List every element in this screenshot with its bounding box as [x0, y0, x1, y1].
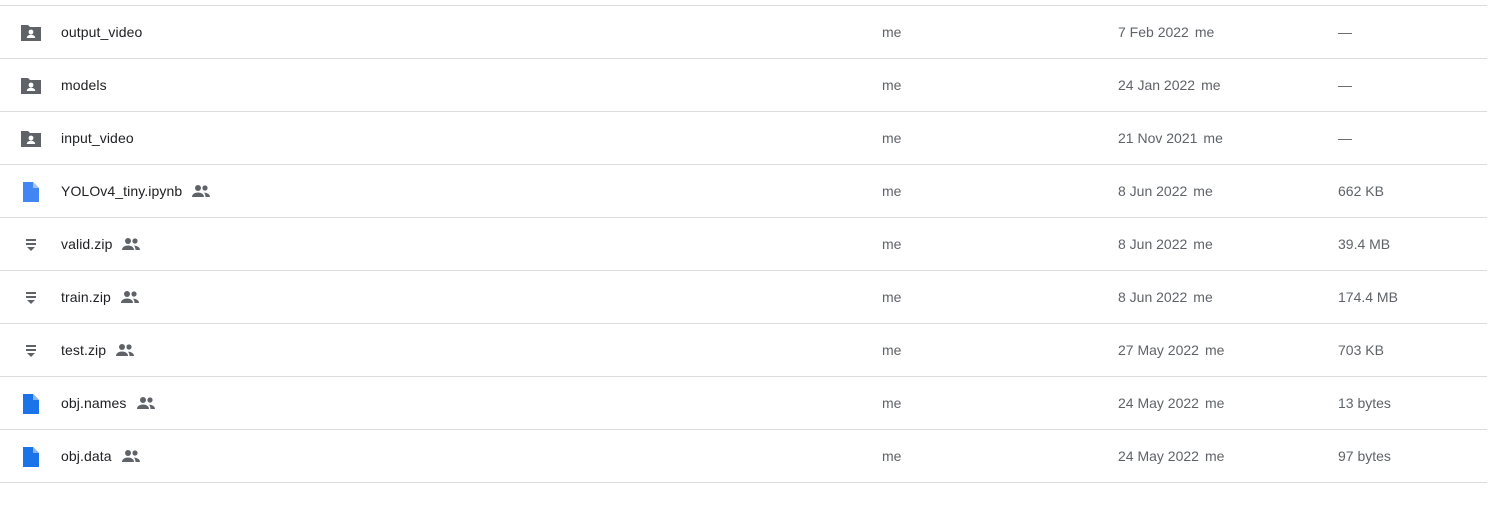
modified-date: 24 Jan 2022 — [1118, 77, 1196, 93]
file-name[interactable]: obj.names — [61, 395, 127, 411]
modified-cell: 21 Nov 2021 me — [1118, 112, 1223, 164]
modified-date: 27 May 2022 — [1118, 342, 1199, 358]
file-row[interactable]: test.zip me 27 May 2022 me 703 KB — [0, 324, 1487, 377]
modified-by: me — [1204, 395, 1225, 411]
owner-cell: me — [882, 448, 902, 464]
zip-file-icon — [19, 234, 43, 256]
size-cell: — — [1338, 77, 1352, 93]
size-cell: 174.4 MB — [1338, 289, 1398, 305]
modified-cell: 8 Jun 2022 me — [1118, 271, 1213, 323]
name-cell: input_video — [61, 112, 134, 164]
size-cell: 703 KB — [1338, 342, 1384, 358]
modified-date: 8 Jun 2022 — [1118, 289, 1188, 305]
modified-by: me — [1204, 342, 1225, 358]
shared-people-icon — [120, 290, 140, 304]
file-row[interactable]: obj.names me 24 May 2022 me 13 bytes — [0, 377, 1487, 430]
modified-cell: 24 Jan 2022 me — [1118, 59, 1221, 111]
size-cell: 39.4 MB — [1338, 236, 1391, 252]
shared-people-icon — [121, 449, 141, 463]
modified-cell: 24 May 2022 me — [1118, 377, 1224, 429]
shared-folder-icon — [19, 22, 43, 44]
file-list: output_video me 7 Feb 2022 me — models m… — [0, 5, 1487, 483]
file-row[interactable]: models me 24 Jan 2022 me — — [0, 59, 1487, 112]
modified-date: 24 May 2022 — [1118, 395, 1199, 411]
modified-by: me — [1201, 77, 1221, 93]
shared-folder-icon — [19, 128, 43, 150]
file-row[interactable]: valid.zip me 8 Jun 2022 me 39.4 MB — [0, 218, 1487, 271]
name-cell: YOLOv4_tiny.ipynb — [61, 165, 211, 217]
notebook-file-icon — [19, 181, 43, 203]
file-name[interactable]: models — [61, 77, 107, 93]
size-cell: 97 bytes — [1338, 448, 1391, 464]
modified-cell: 24 May 2022 me — [1118, 430, 1224, 482]
owner-cell: me — [882, 130, 902, 146]
name-cell: obj.names — [61, 377, 156, 429]
modified-date: 24 May 2022 — [1118, 448, 1199, 464]
modified-date: 8 Jun 2022 — [1118, 236, 1188, 252]
modified-by: me — [1193, 183, 1213, 199]
modified-by: me — [1203, 130, 1223, 146]
modified-by: me — [1204, 448, 1225, 464]
file-row[interactable]: YOLOv4_tiny.ipynb me 8 Jun 2022 me 662 K… — [0, 165, 1487, 218]
modified-by: me — [1193, 289, 1213, 305]
shared-people-icon — [121, 237, 141, 251]
modified-date: 8 Jun 2022 — [1118, 183, 1188, 199]
shared-people-icon — [115, 343, 135, 357]
modified-cell: 8 Jun 2022 me — [1118, 218, 1213, 270]
file-name[interactable]: YOLOv4_tiny.ipynb — [61, 183, 182, 199]
name-cell: test.zip — [61, 324, 135, 376]
size-cell: 13 bytes — [1338, 395, 1391, 411]
file-name[interactable]: valid.zip — [61, 236, 112, 252]
shared-folder-icon — [19, 75, 43, 97]
file-name[interactable]: test.zip — [61, 342, 106, 358]
file-name[interactable]: train.zip — [61, 289, 111, 305]
modified-by: me — [1194, 24, 1215, 40]
zip-file-icon — [19, 340, 43, 362]
owner-cell: me — [882, 236, 902, 252]
file-name[interactable]: output_video — [61, 24, 142, 40]
modified-cell: 27 May 2022 me — [1118, 324, 1224, 376]
file-name[interactable]: obj.data — [61, 448, 112, 464]
file-row[interactable]: output_video me 7 Feb 2022 me — — [0, 6, 1487, 59]
text-file-icon — [19, 393, 43, 415]
name-cell: train.zip — [61, 271, 140, 323]
file-row[interactable]: obj.data me 24 May 2022 me 97 bytes — [0, 430, 1487, 483]
file-row[interactable]: input_video me 21 Nov 2021 me — — [0, 112, 1487, 165]
size-cell: — — [1338, 24, 1352, 40]
modified-cell: 7 Feb 2022 me — [1118, 6, 1214, 58]
modified-cell: 8 Jun 2022 me — [1118, 165, 1213, 217]
size-cell: 662 KB — [1338, 183, 1384, 199]
shared-people-icon — [191, 184, 211, 198]
zip-file-icon — [19, 287, 43, 309]
modified-by: me — [1193, 236, 1213, 252]
name-cell: models — [61, 59, 107, 111]
text-file-icon — [19, 446, 43, 468]
owner-cell: me — [882, 77, 902, 93]
owner-cell: me — [882, 342, 902, 358]
owner-cell: me — [882, 24, 902, 40]
modified-date: 7 Feb 2022 — [1118, 24, 1189, 40]
file-row[interactable]: train.zip me 8 Jun 2022 me 174.4 MB — [0, 271, 1487, 324]
owner-cell: me — [882, 183, 902, 199]
modified-date: 21 Nov 2021 — [1118, 130, 1198, 146]
name-cell: valid.zip — [61, 218, 141, 270]
size-cell: — — [1338, 130, 1352, 146]
name-cell: obj.data — [61, 430, 141, 482]
file-name[interactable]: input_video — [61, 130, 134, 146]
shared-people-icon — [136, 396, 156, 410]
owner-cell: me — [882, 395, 902, 411]
name-cell: output_video — [61, 6, 142, 58]
owner-cell: me — [882, 289, 902, 305]
